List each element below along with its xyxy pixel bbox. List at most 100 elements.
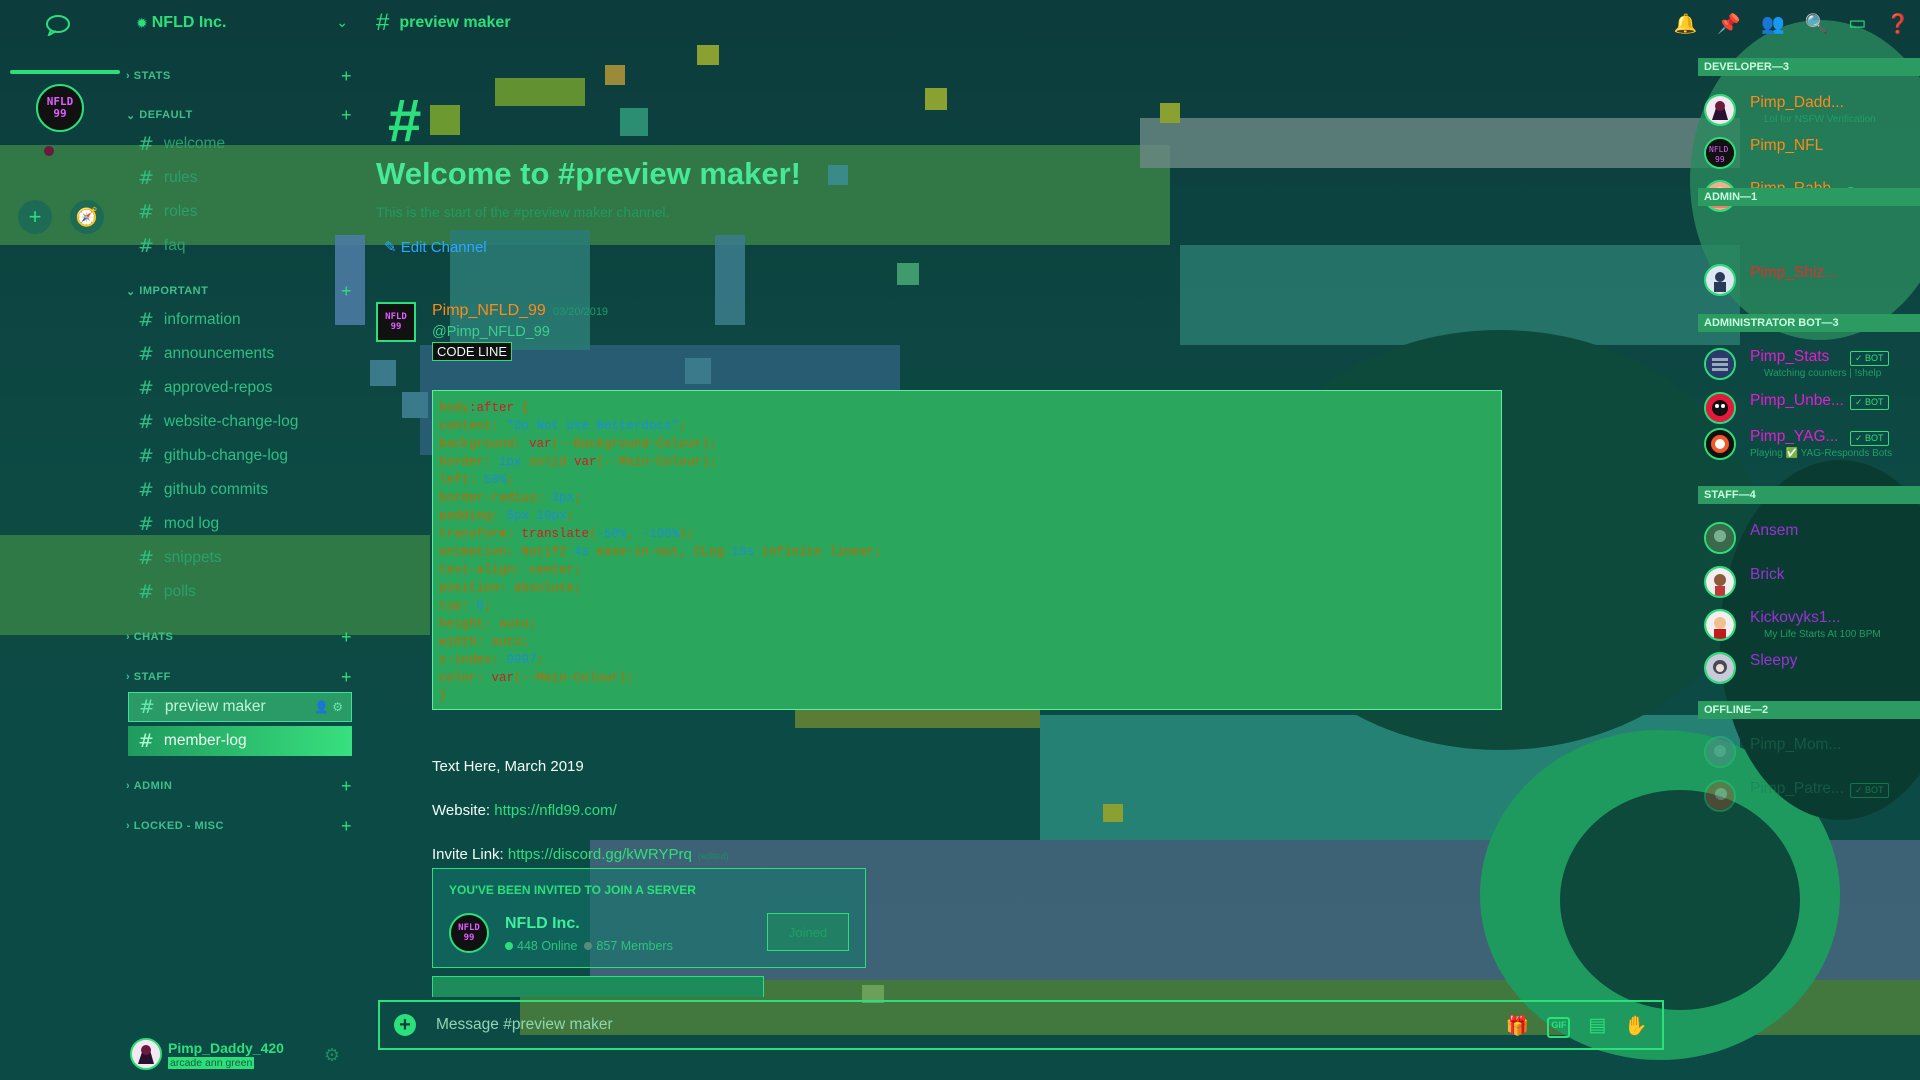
member-list: DEVELOPER—3 Pimp_Dadd... Lol for NSFW Ve… bbox=[1690, 46, 1920, 1080]
channel-preview-maker[interactable]: # preview maker 👤 ⚙ bbox=[128, 692, 352, 722]
help-icon[interactable]: ❓ bbox=[1886, 12, 1910, 36]
gear-icon[interactable]: ⚙ bbox=[332, 700, 343, 714]
category-chats[interactable]: › CHATS + bbox=[126, 627, 352, 647]
channel-github-change-log[interactable]: # github-change-log bbox=[128, 441, 352, 471]
plus-icon: + bbox=[28, 204, 42, 229]
member-avatar bbox=[1704, 392, 1736, 424]
hash-icon: # bbox=[138, 201, 154, 223]
category-label: STAFF bbox=[133, 671, 171, 683]
channel-label: roles bbox=[163, 203, 198, 220]
emoji-icon[interactable]: ✋ bbox=[1624, 1014, 1648, 1038]
category-label: LOCKED - MISC bbox=[133, 820, 224, 832]
sticker-icon[interactable]: ▤ bbox=[1588, 1014, 1606, 1038]
header-toolbar: 🔔 📌 👥 🔍 ▭ ❓ bbox=[1674, 12, 1910, 36]
welcome-subtitle: This is the start of the #preview maker … bbox=[376, 204, 670, 220]
member-avatar bbox=[1704, 736, 1736, 768]
server-icon[interactable]: NFLD 99 bbox=[36, 84, 84, 132]
channel-mod-log[interactable]: # mod log bbox=[128, 509, 352, 539]
gift-icon[interactable]: 🎁 bbox=[1506, 1014, 1530, 1038]
category-stats[interactable]: › STATS + bbox=[126, 66, 352, 86]
channel-snippets[interactable]: # snippets bbox=[128, 543, 352, 573]
member-name: Pimp_Shiz... bbox=[1750, 264, 1838, 281]
add-channel-icon[interactable]: + bbox=[341, 66, 352, 87]
channel-member-log[interactable]: # member-log bbox=[128, 726, 352, 756]
add-server-button[interactable]: + bbox=[18, 200, 52, 234]
message-input[interactable]: Message #preview maker bbox=[436, 1016, 613, 1034]
server-selected-indicator bbox=[10, 70, 120, 74]
add-channel-icon[interactable]: + bbox=[341, 816, 352, 837]
member-item[interactable]: NFLD 99 Pimp_NFL bbox=[1698, 131, 1920, 171]
member-item[interactable]: Pimp_Dadd... Lol for NSFW Verification bbox=[1698, 88, 1920, 128]
joined-button[interactable]: Joined bbox=[767, 913, 849, 951]
member-item[interactable]: Kickovyks1... My Life Starts At 100 BPM bbox=[1698, 603, 1920, 643]
channel-label: announcements bbox=[163, 345, 275, 362]
member-avatar bbox=[1704, 522, 1736, 554]
member-name: Pimp_Dadd... bbox=[1750, 94, 1844, 111]
explore-servers-button[interactable]: 🧭 bbox=[70, 200, 104, 234]
invite-server-icon: NFLD 99 bbox=[449, 913, 489, 953]
code-line: padding: 5px 10px; bbox=[439, 509, 575, 523]
channel-label: approved-repos bbox=[163, 379, 273, 396]
member-item[interactable]: Brick bbox=[1698, 560, 1920, 600]
category-locked-misc[interactable]: › LOCKED - MISC + bbox=[126, 816, 352, 836]
website-link[interactable]: https://nfld99.com/ bbox=[494, 802, 617, 819]
message-composer[interactable]: + Message #preview maker 🎁 GIF ▤ ✋ bbox=[378, 1000, 1664, 1050]
category-staff[interactable]: › STAFF + bbox=[126, 667, 352, 687]
category-important[interactable]: ⌄ IMPORTANT + bbox=[126, 281, 352, 301]
invite-user-icon[interactable]: 👤 bbox=[314, 700, 329, 714]
channel-information[interactable]: # information bbox=[128, 305, 352, 335]
bell-icon[interactable]: 🔔 bbox=[1674, 12, 1698, 36]
message-avatar[interactable]: NFLD 99 bbox=[376, 302, 416, 342]
add-channel-icon[interactable]: + bbox=[341, 281, 352, 302]
add-channel-icon[interactable]: + bbox=[341, 776, 352, 797]
member-item[interactable]: Pimp_Mom... bbox=[1698, 730, 1920, 770]
invite-label: Invite Link: bbox=[432, 846, 508, 863]
channel-welcome[interactable]: # welcome bbox=[128, 129, 352, 159]
channel-announcements[interactable]: # announcements bbox=[128, 339, 352, 369]
member-item[interactable]: Sleepy bbox=[1698, 646, 1920, 686]
direct-messages-icon[interactable] bbox=[45, 14, 71, 36]
add-channel-icon[interactable]: + bbox=[341, 667, 352, 688]
member-item[interactable]: Pimp_Stats ✓ BOT Watching counters | !sh… bbox=[1698, 342, 1920, 382]
server-gear-icon: ✹ bbox=[136, 14, 148, 31]
channel-faq[interactable]: # faq bbox=[128, 231, 352, 261]
member-item[interactable]: Pimp_YAG... ✓ BOT Playing ✅ YAG-Responds… bbox=[1698, 422, 1920, 462]
bot-badge: ✓ BOT bbox=[1850, 431, 1889, 446]
members-icon[interactable]: 👥 bbox=[1761, 12, 1785, 36]
channel-polls[interactable]: # polls bbox=[128, 577, 352, 607]
compass-icon: 🧭 bbox=[75, 206, 99, 227]
upload-plus-icon[interactable]: + bbox=[394, 1014, 416, 1036]
code-line: width: auto; bbox=[439, 635, 530, 649]
code-line-label: CODE LINE bbox=[432, 342, 513, 361]
gif-icon[interactable]: GIF bbox=[1547, 1017, 1571, 1038]
add-channel-icon[interactable]: + bbox=[341, 105, 352, 126]
edit-channel-link[interactable]: ✎ Edit Channel bbox=[384, 238, 487, 256]
member-item[interactable]: Pimp_Unbe... ✓ BOT bbox=[1698, 386, 1920, 426]
server-header[interactable]: ✹ NFLD Inc. ⌄ bbox=[120, 0, 360, 46]
channel-roles[interactable]: # roles bbox=[128, 197, 352, 227]
message-mention[interactable]: @Pimp_NFLD_99 bbox=[432, 324, 550, 340]
bot-badge: ✓ BOT bbox=[1850, 395, 1889, 410]
code-line: } bbox=[439, 689, 447, 703]
member-item[interactable]: Pimp_Shiz... bbox=[1698, 258, 1920, 298]
member-item[interactable]: Ansem bbox=[1698, 516, 1920, 556]
message-author[interactable]: Pimp_NFLD_99 bbox=[432, 302, 546, 320]
channel-approved-repos[interactable]: # approved-repos bbox=[128, 373, 352, 403]
avatar-logo-text: NFLD 99 bbox=[385, 312, 407, 332]
channel-github-commits[interactable]: # github commits bbox=[128, 475, 352, 505]
category-default[interactable]: ⌄ DEFAULT + bbox=[126, 105, 352, 125]
inbox-icon[interactable]: ▭ bbox=[1848, 12, 1866, 36]
add-channel-icon[interactable]: + bbox=[341, 627, 352, 648]
pin-icon[interactable]: 📌 bbox=[1717, 12, 1741, 36]
member-avatar bbox=[1704, 428, 1736, 460]
invite-link[interactable]: https://discord.gg/kWRYPrq bbox=[508, 846, 692, 863]
member-item[interactable]: Pimp_Patre... ✓ BOT bbox=[1698, 774, 1920, 814]
invite-server-stats: 448 Online 857 Members bbox=[505, 939, 673, 953]
category-admin[interactable]: › ADMIN + bbox=[126, 776, 352, 796]
message-text: Text Here, March 2019 bbox=[432, 758, 584, 775]
channel-rules[interactable]: # rules bbox=[128, 163, 352, 193]
edit-channel-label: Edit Channel bbox=[400, 239, 487, 256]
search-icon[interactable]: 🔍 bbox=[1805, 12, 1829, 36]
channel-website-change-log[interactable]: # website-change-log bbox=[128, 407, 352, 437]
invite-line: Invite Link: https://discord.gg/kWRYPrq (… bbox=[432, 846, 728, 863]
